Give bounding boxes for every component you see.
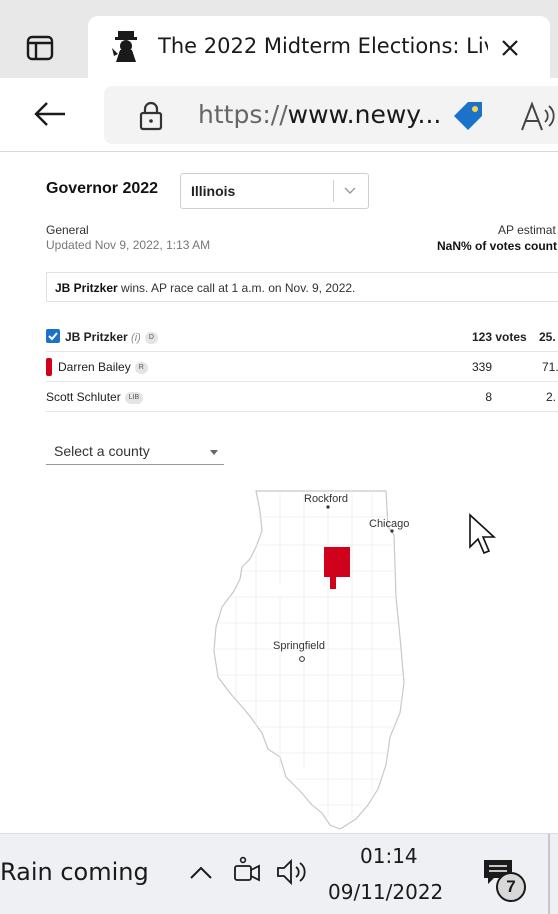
incumbent-marker: (i) [131, 332, 141, 344]
show-desktop-edge[interactable] [548, 834, 550, 914]
address-bar: https://www.newy... [0, 78, 558, 152]
updated-timestamp: Updated Nov 9, 2022, 1:13 AM [46, 238, 211, 252]
notification-count-badge: 7 [496, 872, 526, 902]
active-tab[interactable]: The 2022 Midterm Elections: Live [88, 16, 550, 80]
nyt-favicon [108, 28, 144, 64]
weather-widget[interactable]: Rain coming [0, 858, 149, 886]
ap-estimate-label: AP estimat [498, 223, 556, 237]
winner-check-icon [46, 329, 60, 343]
candidate-votes: 123 votes [472, 330, 527, 344]
candidate-pct: 25. [539, 330, 556, 344]
party-badge: R [134, 361, 148, 374]
party-badge: LIB [124, 391, 144, 404]
chevron-up-icon[interactable] [186, 860, 216, 886]
rockford-marker [326, 505, 330, 509]
back-button[interactable] [28, 94, 72, 134]
city-label-rockford: Rockford [304, 493, 348, 505]
url-text: https://www.newy... [198, 100, 441, 129]
clock-time[interactable]: 01:14 [360, 844, 418, 868]
tab-sidebar-icon [26, 35, 54, 61]
candidate-pct: 71. [542, 360, 558, 374]
meet-now-icon[interactable] [232, 856, 262, 888]
url-host: www.newy... [287, 100, 442, 129]
party-color-bar [46, 358, 52, 376]
candidate-pct: 2. [546, 390, 557, 404]
candidate-row: Scott Schluter LIB 8 2. [46, 382, 558, 412]
clock-date[interactable]: 09/11/2022 [328, 880, 443, 904]
candidate-name: JB Pritzker (i) D [65, 330, 158, 344]
race-call-banner: JB Pritzker wins. AP race call at 1 a.m.… [46, 272, 558, 302]
tab-actions-button[interactable] [18, 28, 62, 68]
state-selected-value: Illinois [191, 183, 236, 199]
race-call-text: JB Pritzker wins. AP race call at 1 a.m.… [55, 281, 355, 295]
illinois-county-map[interactable]: Rockford Chicago Springfield [200, 487, 420, 833]
county-dropdown-label: Select a county [54, 443, 150, 459]
candidate-name: Scott Schluter LIB [46, 390, 144, 404]
candidate-row: Darren Bailey R 339 71. [46, 352, 558, 382]
state-outline [213, 490, 405, 830]
screen: The 2022 Midterm Elections: Live https:/… [0, 0, 558, 914]
url-scheme: https:// [198, 100, 288, 129]
tab-bar: The 2022 Midterm Elections: Live [0, 0, 558, 80]
candidate-votes: 8 [485, 390, 492, 404]
mouse-cursor-icon [469, 513, 497, 555]
tab-title: The 2022 Midterm Elections: Live [158, 34, 488, 58]
chevron-down-icon [344, 187, 356, 194]
lock-icon[interactable] [138, 100, 164, 132]
candidate-name: Darren Bailey R [58, 360, 148, 374]
candidate-votes: 339 [472, 360, 493, 374]
dropdown-arrow-icon [210, 450, 218, 455]
shopping-tag-icon[interactable] [450, 98, 486, 134]
party-badge: D [144, 331, 158, 344]
volume-icon[interactable] [274, 856, 310, 888]
url-field[interactable]: https://www.newy... [104, 86, 558, 144]
call-winner: JB Pritzker [55, 281, 118, 295]
close-icon [502, 40, 518, 56]
county-dropdown[interactable]: Select a county [46, 441, 224, 465]
taskbar: Rain coming 01:14 09/11/2022 7 [0, 833, 558, 914]
page-content: Governor 2022 Illinois General Updated N… [0, 153, 558, 833]
close-tab-button[interactable] [492, 30, 528, 66]
read-aloud-icon[interactable] [518, 98, 558, 134]
city-label-chicago: Chicago [369, 518, 409, 530]
state-dropdown[interactable]: Illinois [180, 173, 369, 209]
dropdown-divider [333, 180, 334, 202]
back-arrow-icon [34, 102, 65, 126]
call-detail: wins. AP race call at 1 a.m. on Nov. 9, … [117, 281, 356, 295]
city-label-springfield: Springfield [273, 640, 325, 652]
race-title: Governor 2022 [46, 180, 159, 197]
election-type: General [46, 223, 89, 237]
candidate-row: JB Pritzker (i) D 123 votes 25. [46, 322, 558, 352]
votes-counted: NaN% of votes count [437, 239, 558, 253]
